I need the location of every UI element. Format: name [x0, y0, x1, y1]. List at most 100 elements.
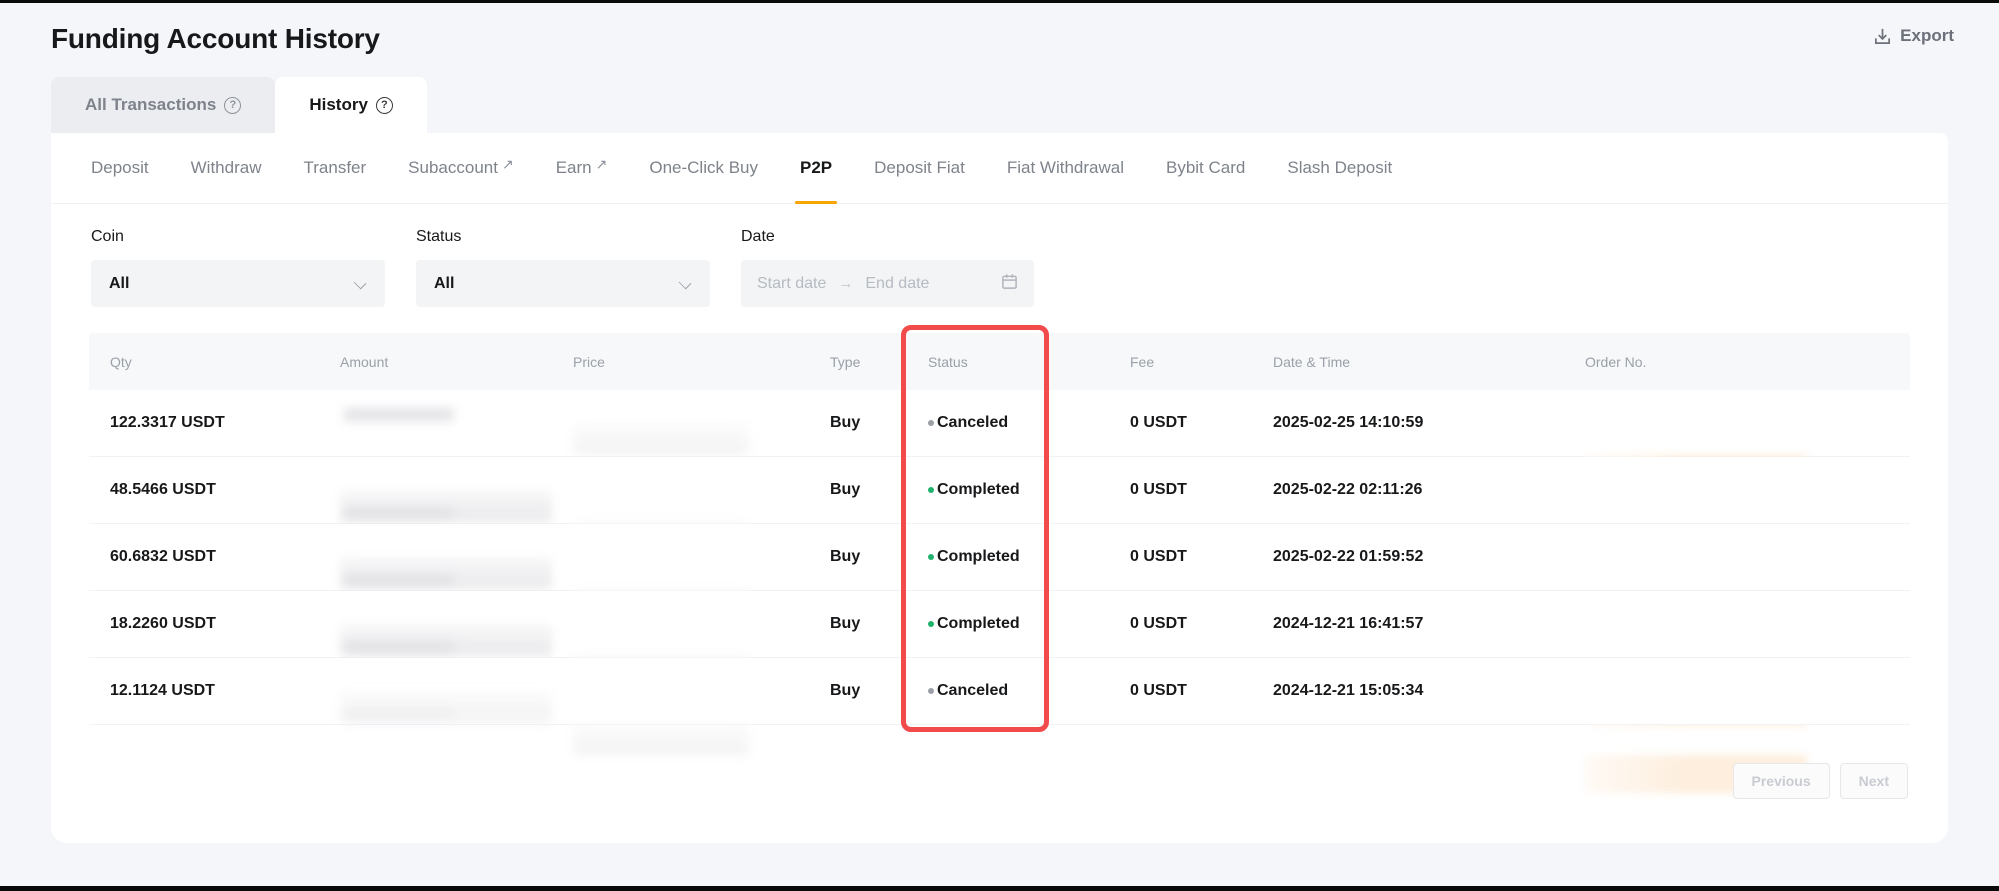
datetime-value: 2025-02-22 01:59:52 — [1273, 548, 1423, 566]
col-header-order-no: Order No. — [1585, 354, 1646, 370]
next-button[interactable]: Next — [1840, 763, 1908, 799]
funding-account-history-page: Funding Account History Export All Trans… — [0, 0, 1999, 891]
datetime-value: 2024-12-21 16:41:57 — [1273, 615, 1423, 633]
history-subnav: Deposit Withdraw Transfer Subaccount Ear… — [51, 133, 1948, 204]
content-card: Deposit Withdraw Transfer Subaccount Ear… — [51, 133, 1948, 843]
fee-value: 0 USDT — [1130, 548, 1187, 566]
export-download-icon — [1873, 27, 1892, 46]
status-filter: Status All — [416, 228, 710, 307]
table-header-row: Qty Amount Price Type Status Fee Date & … — [89, 333, 1910, 390]
tab-all-transactions[interactable]: All Transactions — [51, 77, 275, 133]
external-link-icon — [502, 156, 514, 173]
status-filter-label: Status — [416, 228, 710, 246]
table-row: 48.5466 USDT Buy Completed 0 USDT 2025-0… — [89, 457, 1910, 524]
type-value: Buy — [830, 414, 860, 432]
table-row: 60.6832 USDT Buy Completed 0 USDT 2025-0… — [89, 524, 1910, 591]
coin-filter: Coin All — [91, 228, 385, 307]
status-value: Completed — [928, 481, 1020, 499]
start-date-placeholder: Start date — [757, 275, 826, 293]
subtab-p2p[interactable]: P2P — [800, 133, 832, 204]
window-frame-top — [0, 0, 1999, 3]
subtab-subaccount[interactable]: Subaccount — [408, 133, 514, 204]
fee-value: 0 USDT — [1130, 414, 1187, 432]
subtab-withdraw[interactable]: Withdraw — [191, 133, 262, 204]
subtab-bybit-card[interactable]: Bybit Card — [1166, 133, 1245, 204]
status-label: Completed — [937, 481, 1020, 499]
fee-value: 0 USDT — [1130, 481, 1187, 499]
subtab-one-click-buy[interactable]: One-Click Buy — [649, 133, 758, 204]
subtab-fiat-withdrawal[interactable]: Fiat Withdrawal — [1007, 133, 1124, 204]
subtab-deposit[interactable]: Deposit — [91, 133, 149, 204]
subtab-label: Earn — [556, 158, 592, 178]
subtab-label: Fiat Withdrawal — [1007, 158, 1124, 178]
status-dot-icon — [928, 688, 934, 694]
status-select-value: All — [434, 275, 454, 293]
main-tabbar: All Transactions History — [51, 77, 427, 133]
type-value: Buy — [830, 682, 860, 700]
export-button[interactable]: Export — [1873, 26, 1954, 46]
status-label: Completed — [937, 615, 1020, 633]
qty-value: 12.1124 USDT — [110, 682, 215, 700]
status-value: Completed — [928, 548, 1020, 566]
datetime-value: 2024-12-21 15:05:34 — [1273, 682, 1423, 700]
table-row: 122.3317 USDT Buy Canceled 0 USDT 2025-0… — [89, 390, 1910, 457]
subtab-label: Bybit Card — [1166, 158, 1245, 178]
subtab-transfer[interactable]: Transfer — [304, 133, 367, 204]
chevron-down-icon — [354, 277, 367, 290]
table-row: 18.2260 USDT Buy Completed 0 USDT 2024-1… — [89, 591, 1910, 658]
end-date-placeholder: End date — [865, 275, 929, 293]
qty-value: 18.2260 USDT — [110, 615, 216, 633]
type-value: Buy — [830, 615, 860, 633]
help-icon[interactable] — [224, 97, 241, 114]
qty-value: 48.5466 USDT — [110, 481, 216, 499]
status-label: Canceled — [937, 682, 1008, 700]
col-header-type: Type — [830, 354, 860, 370]
col-header-datetime: Date & Time — [1273, 354, 1350, 370]
status-value: Completed — [928, 615, 1020, 633]
status-value: Canceled — [928, 682, 1008, 700]
subtab-earn[interactable]: Earn — [556, 133, 608, 204]
window-frame-bottom — [0, 886, 1999, 891]
subtab-label: Slash Deposit — [1287, 158, 1392, 178]
coin-select-value: All — [109, 275, 129, 293]
fee-value: 0 USDT — [1130, 615, 1187, 633]
previous-button[interactable]: Previous — [1733, 763, 1830, 799]
status-dot-icon — [928, 554, 934, 560]
date-range-picker[interactable]: Start date End date — [741, 260, 1034, 307]
status-dot-icon — [928, 487, 934, 493]
pagination: Previous Next — [1733, 763, 1909, 799]
table-row: 12.1124 USDT Buy Canceled 0 USDT 2024-12… — [89, 658, 1910, 725]
page-title: Funding Account History — [51, 23, 380, 55]
tab-all-transactions-label: All Transactions — [85, 95, 216, 115]
qty-value: 60.6832 USDT — [110, 548, 216, 566]
status-select[interactable]: All — [416, 260, 710, 307]
col-header-qty: Qty — [110, 354, 132, 370]
status-label: Canceled — [937, 414, 1008, 432]
subtab-label: Withdraw — [191, 158, 262, 178]
tab-history-label: History — [309, 95, 368, 115]
tab-history[interactable]: History — [275, 77, 427, 133]
type-value: Buy — [830, 548, 860, 566]
export-label: Export — [1900, 26, 1954, 46]
subtab-label: Deposit Fiat — [874, 158, 965, 178]
subtab-deposit-fiat[interactable]: Deposit Fiat — [874, 133, 965, 204]
col-header-fee: Fee — [1130, 354, 1154, 370]
col-header-amount: Amount — [340, 354, 388, 370]
subtab-label: Deposit — [91, 158, 149, 178]
chevron-down-icon — [679, 277, 692, 290]
page-header: Funding Account History Export — [51, 14, 1954, 62]
datetime-value: 2025-02-22 02:11:26 — [1273, 481, 1422, 499]
coin-select[interactable]: All — [91, 260, 385, 307]
coin-filter-label: Coin — [91, 228, 385, 246]
subtab-label: One-Click Buy — [649, 158, 758, 178]
filters-row: Coin All Status All Date Start date En — [91, 228, 1034, 307]
help-icon[interactable] — [376, 97, 393, 114]
subtab-slash-deposit[interactable]: Slash Deposit — [1287, 133, 1392, 204]
fee-value: 0 USDT — [1130, 682, 1187, 700]
calendar-icon — [1001, 273, 1018, 295]
qty-value: 122.3317 USDT — [110, 414, 225, 432]
price-redacted — [573, 723, 1999, 755]
status-label: Completed — [937, 548, 1020, 566]
transactions-table: Qty Amount Price Type Status Fee Date & … — [89, 333, 1910, 725]
status-value: Canceled — [928, 414, 1008, 432]
